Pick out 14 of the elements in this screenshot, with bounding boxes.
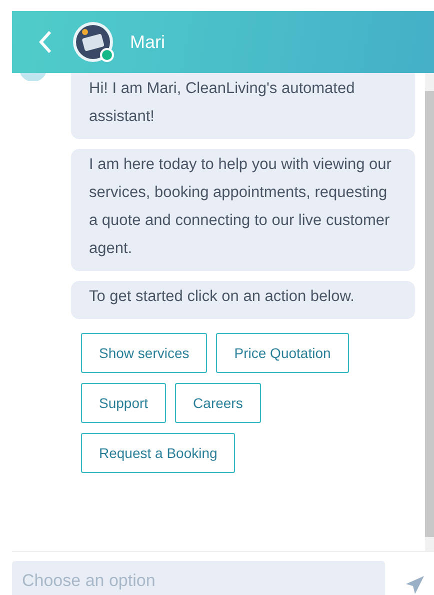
back-icon[interactable] bbox=[38, 30, 52, 54]
input-field[interactable]: Choose an option bbox=[12, 561, 385, 595]
avatar-icon bbox=[72, 21, 114, 63]
action-button[interactable]: Support bbox=[81, 383, 166, 423]
action-button[interactable]: Request a Booking bbox=[81, 433, 236, 473]
chat-bubble: To get started click on an action below. bbox=[71, 281, 415, 319]
contact-name: Mari bbox=[130, 32, 165, 52]
chat-bubble: Hi! I am Mari, CleanLiving's automated assistant! bbox=[71, 73, 415, 139]
send-icon[interactable] bbox=[405, 575, 425, 595]
action-button[interactable]: Show services bbox=[81, 333, 208, 373]
bot-avatar-icon bbox=[18, 73, 48, 81]
action-button[interactable]: Price Quotation bbox=[216, 333, 349, 373]
action-button[interactable]: Careers bbox=[175, 383, 261, 423]
chat-bubble: I am here today to help you with viewing our services, booking appointments, requesting a quote and connecting to our live customer agent. bbox=[71, 149, 415, 271]
